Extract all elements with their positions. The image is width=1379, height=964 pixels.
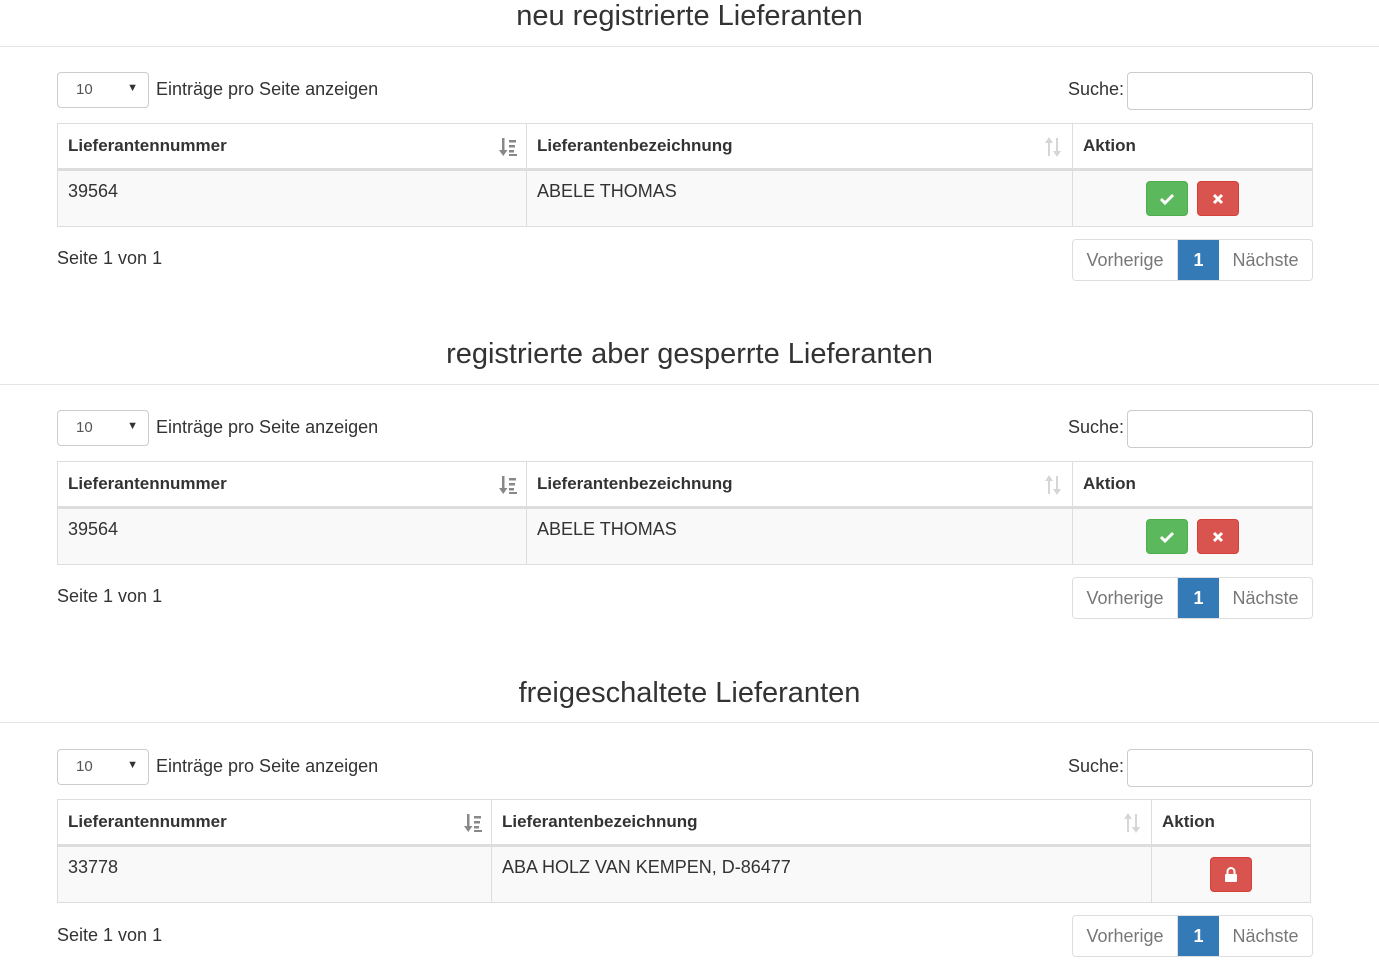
next-page-button[interactable]: Nächste — [1219, 240, 1312, 280]
column-header-action: Aktion — [1072, 461, 1313, 509]
search-label: Suche: — [1068, 756, 1125, 776]
prev-page-button[interactable]: Vorherige — [1073, 916, 1178, 956]
column-header-label: Lieferantennummer — [68, 136, 227, 155]
column-header-number[interactable]: Lieferantennummer — [57, 123, 527, 171]
sort-both-icon — [1045, 475, 1061, 495]
page-length-label: Einträge pro Seite anzeigen — [156, 79, 379, 99]
approve-button[interactable] — [1145, 519, 1188, 554]
table-header-row: Lieferantennummer Lieferantenbezeichnung — [57, 123, 1313, 171]
page-info: Seite 1 von 1 — [57, 586, 163, 606]
lock-icon — [1225, 866, 1237, 882]
supplier-table: Lieferantennummer Lieferantenbezeichnung — [57, 799, 1311, 903]
check-icon — [1159, 531, 1175, 543]
prev-page-button[interactable]: Vorherige — [1073, 578, 1178, 618]
next-page-button[interactable]: Nächste — [1219, 578, 1312, 618]
action-cell — [1072, 169, 1313, 227]
close-icon — [1212, 193, 1224, 204]
pagination: Vorherige 1 Nächste — [1072, 915, 1313, 957]
section-title: freigeschaltete Lieferanten — [518, 677, 861, 709]
reject-button[interactable] — [1197, 181, 1239, 216]
column-header-number[interactable]: Lieferantennummer — [57, 461, 527, 509]
page-length-value: 10 — [76, 81, 93, 98]
column-header-label: Lieferantenbezeichnung — [537, 474, 733, 493]
title-divider — [0, 722, 1379, 723]
supplier-name-cell: ABA HOLZ VAN KEMPEN, D-86477 — [491, 845, 1152, 903]
current-page-button[interactable]: 1 — [1178, 240, 1219, 280]
column-header-name[interactable]: Lieferantenbezeichnung — [526, 123, 1073, 171]
pagination: Vorherige 1 Nächste — [1072, 239, 1313, 281]
approve-button[interactable] — [1145, 181, 1188, 216]
sort-both-icon — [1045, 137, 1061, 157]
current-page-button[interactable]: 1 — [1178, 578, 1219, 618]
page-length-label: Einträge pro Seite anzeigen — [156, 417, 379, 437]
supplier-number-cell: 33778 — [57, 845, 492, 903]
reject-button[interactable] — [1197, 519, 1239, 554]
column-header-name[interactable]: Lieferantenbezeichnung — [491, 799, 1152, 847]
check-icon — [1159, 193, 1175, 205]
table-header-row: Lieferantennummer Lieferantenbezeichnung — [57, 799, 1311, 847]
table-row: 33778 ABA HOLZ VAN KEMPEN, D-86477 — [57, 845, 1311, 903]
title-divider — [0, 46, 1379, 47]
title-divider — [0, 384, 1379, 385]
column-header-label: Lieferantenbezeichnung — [502, 812, 698, 831]
page-length-select[interactable]: 10 ▼ — [57, 410, 149, 446]
table-row: 39564 ABELE THOMAS — [57, 507, 1313, 565]
prev-page-button[interactable]: Vorherige — [1073, 240, 1178, 280]
action-cell — [1151, 845, 1311, 903]
next-page-button[interactable]: Nächste — [1219, 916, 1312, 956]
search-input[interactable] — [1127, 72, 1313, 110]
section-title: registrierte aber gesperrte Lieferanten — [446, 338, 933, 370]
supplier-number-cell: 39564 — [57, 169, 527, 227]
close-icon — [1212, 531, 1224, 542]
section-title: neu registrierte Lieferanten — [516, 0, 863, 32]
lock-button[interactable] — [1210, 857, 1252, 892]
page-length-select[interactable]: 10 ▼ — [57, 72, 149, 108]
current-page-button[interactable]: 1 — [1178, 916, 1219, 956]
search-input[interactable] — [1127, 749, 1313, 787]
column-header-label: Lieferantennummer — [68, 812, 227, 831]
column-header-label: Lieferantennummer — [68, 474, 227, 493]
page-length-value: 10 — [76, 419, 93, 436]
page-length-label: Einträge pro Seite anzeigen — [156, 756, 379, 776]
column-header-action: Aktion — [1072, 123, 1313, 171]
table-row: 39564 ABELE THOMAS — [57, 169, 1313, 227]
action-cell — [1072, 507, 1313, 565]
sort-both-icon — [1124, 813, 1140, 833]
supplier-number-cell: 39564 — [57, 507, 527, 565]
sort-amount-icon — [464, 814, 482, 832]
chevron-down-icon: ▼ — [127, 759, 138, 771]
table-header-row: Lieferantennummer Lieferantenbezeichnung — [57, 461, 1313, 509]
page-info: Seite 1 von 1 — [57, 925, 163, 945]
supplier-table: Lieferantennummer Lieferantenbezeichnung — [57, 461, 1313, 565]
search-input[interactable] — [1127, 410, 1313, 448]
column-header-name[interactable]: Lieferantenbezeichnung — [526, 461, 1073, 509]
chevron-down-icon: ▼ — [127, 82, 138, 94]
page-info: Seite 1 von 1 — [57, 248, 163, 268]
page-length-select[interactable]: 10 ▼ — [57, 749, 149, 785]
supplier-name-cell: ABELE THOMAS — [526, 169, 1073, 227]
pagination: Vorherige 1 Nächste — [1072, 577, 1313, 619]
supplier-name-cell: ABELE THOMAS — [526, 507, 1073, 565]
column-header-number[interactable]: Lieferantennummer — [57, 799, 492, 847]
column-header-label: Lieferantenbezeichnung — [537, 136, 733, 155]
sort-amount-icon — [499, 476, 517, 494]
page-length-value: 10 — [76, 758, 93, 775]
chevron-down-icon: ▼ — [127, 420, 138, 432]
sort-amount-icon — [499, 138, 517, 156]
search-label: Suche: — [1068, 417, 1125, 437]
supplier-table: Lieferantennummer Lieferantenbezeichnung — [57, 123, 1313, 227]
column-header-action: Aktion — [1151, 799, 1311, 847]
search-label: Suche: — [1068, 79, 1125, 99]
